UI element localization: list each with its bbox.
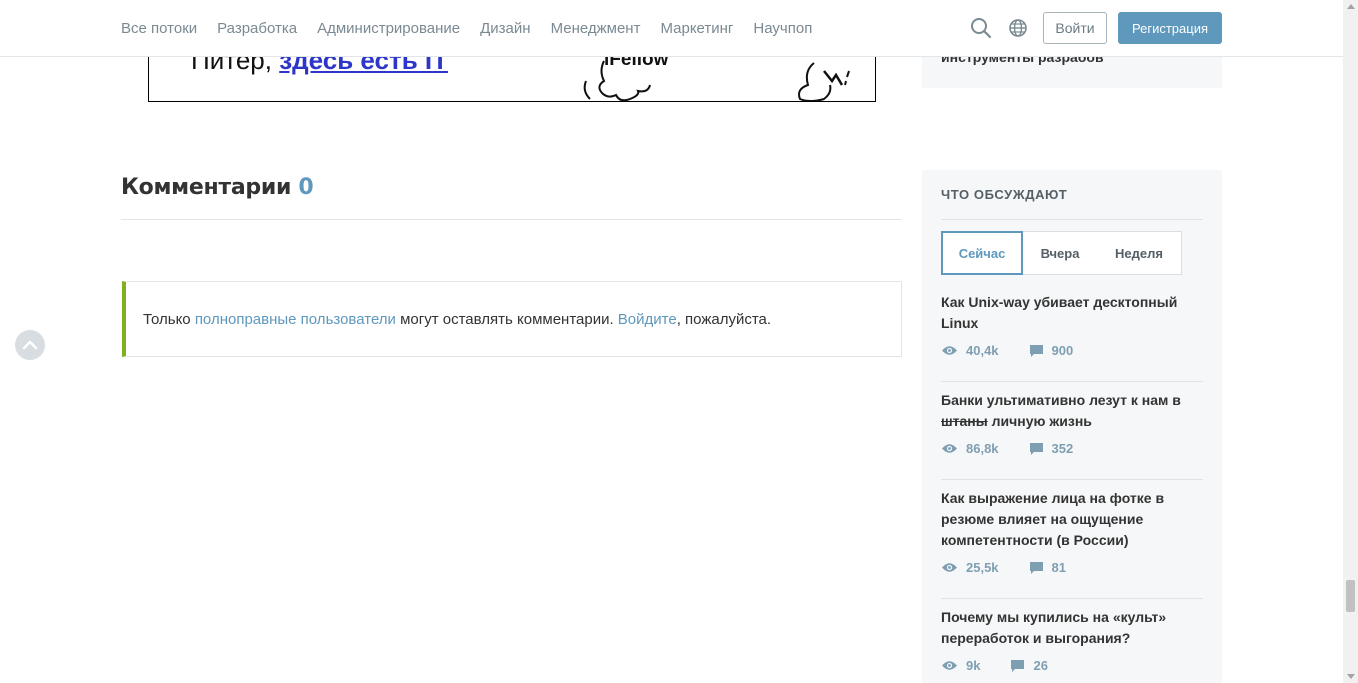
comments-counter[interactable]: 900: [1029, 343, 1074, 358]
nav-marketing[interactable]: Маркетинг: [660, 20, 733, 37]
comment-icon: [1029, 442, 1043, 455]
eye-icon: [942, 444, 957, 453]
post-title[interactable]: Почему мы купились на «культ» переработо…: [941, 607, 1203, 649]
discussed-post: Как выражение лица на фотке в резюме вли…: [941, 488, 1203, 575]
post-title-struck: штаны: [941, 413, 988, 429]
tab-week[interactable]: Неделя: [1097, 232, 1181, 274]
comments-counter[interactable]: 352: [1029, 441, 1074, 456]
scroll-up-arrow-icon[interactable]: [1347, 4, 1355, 9]
comments-count-value: 81: [1051, 560, 1067, 575]
sidebar-divider: [941, 219, 1203, 220]
discussed-post: Банки ультимативно лезут к нам в штаны л…: [941, 390, 1203, 456]
comments-title-label: Комментарии: [121, 175, 292, 200]
eye-icon: [942, 346, 957, 355]
nav-administration[interactable]: Администрирование: [317, 20, 460, 37]
top-header: Все потоки Разработка Администрирование …: [0, 0, 1343, 57]
comment-icon: [1029, 344, 1043, 357]
views-counter: 25,5k: [941, 560, 999, 575]
post-meta: 40,4k 900: [941, 343, 1203, 358]
sidebar-discussed: Что обсуждают Сейчас Вчера Неделя Как Un…: [922, 170, 1222, 683]
nav-management[interactable]: Менеджмент: [551, 20, 641, 37]
comments-count-value: 26: [1033, 658, 1048, 673]
login-link[interactable]: Войдите: [618, 311, 677, 328]
discussed-post: Как Unix-way убивает десктопный Linux 40…: [941, 292, 1203, 358]
comments-divider: [121, 219, 902, 220]
chevron-up-icon: [22, 340, 38, 350]
notice-text-middle: могут оставлять комментарии.: [395, 310, 618, 328]
full-users-link[interactable]: полноправные пользователи: [195, 311, 396, 328]
scrollbar-thumb[interactable]: [1346, 580, 1355, 612]
post-title[interactable]: Как выражение лица на фотке в резюме вли…: [941, 488, 1203, 551]
comments-count-value: 900: [1051, 343, 1074, 358]
page-scrollbar[interactable]: [1343, 0, 1358, 683]
nav-all-flows[interactable]: Все потоки: [121, 20, 197, 37]
scroll-down-arrow-icon[interactable]: [1347, 674, 1355, 679]
search-icon[interactable]: [970, 17, 992, 39]
post-meta: 9k 26: [941, 658, 1203, 673]
comment-icon: [1011, 659, 1025, 672]
post-title[interactable]: Банки ультимативно лезут к нам в штаны л…: [941, 390, 1203, 432]
eye-icon: [942, 661, 957, 670]
post-divider: [941, 381, 1203, 382]
post-title-part: личную жизнь: [987, 413, 1092, 429]
nav-development[interactable]: Разработка: [217, 20, 297, 37]
scroll-to-top-button[interactable]: [15, 330, 45, 360]
views-count: 40,4k: [966, 343, 999, 358]
globe-icon[interactable]: [1007, 17, 1029, 39]
main-nav: Все потоки Разработка Администрирование …: [121, 0, 832, 56]
comment-icon: [1029, 561, 1043, 574]
discussed-post: Почему мы купились на «культ» переработо…: [941, 607, 1203, 673]
post-divider: [941, 598, 1203, 599]
post-title[interactable]: Как Unix-way убивает десктопный Linux: [941, 292, 1203, 334]
notice-text-after: , пожалуйста.: [676, 310, 772, 328]
nav-popular-science[interactable]: Научпоп: [753, 20, 812, 37]
post-meta: 86,8k 352: [941, 441, 1203, 456]
sidebar-previous-block: инструменты разрабов: [922, 49, 1222, 88]
notice-text-before: Только: [143, 310, 195, 328]
views-counter: 9k: [941, 658, 980, 673]
views-counter: 40,4k: [941, 343, 999, 358]
views-count: 9k: [966, 658, 981, 673]
post-meta: 25,5k 81: [941, 560, 1203, 575]
eye-icon: [942, 563, 957, 572]
post-title-part: Банки ультимативно лезут к нам в: [941, 392, 1181, 408]
comments-counter[interactable]: 26: [1010, 658, 1048, 673]
tab-yesterday[interactable]: Вчера: [1023, 232, 1097, 274]
views-count: 25,5k: [966, 560, 999, 575]
comments-count: 0: [298, 175, 314, 200]
sidebar-title: Что обсуждают: [941, 187, 1068, 202]
register-button[interactable]: Регистрация: [1118, 12, 1222, 44]
post-divider: [941, 479, 1203, 480]
views-count: 86,8k: [966, 441, 999, 456]
login-button[interactable]: Войти: [1043, 12, 1107, 44]
nav-design[interactable]: Дизайн: [480, 20, 530, 37]
views-counter: 86,8k: [941, 441, 999, 456]
comments-counter[interactable]: 81: [1029, 560, 1066, 575]
period-tabs: Сейчас Вчера Неделя: [941, 231, 1182, 275]
comments-count-value: 352: [1051, 441, 1074, 456]
comments-login-notice: Только полноправные пользователи могут о…: [122, 281, 902, 357]
comments-title: Комментарии 0: [121, 175, 314, 200]
tab-now[interactable]: Сейчас: [941, 231, 1023, 275]
